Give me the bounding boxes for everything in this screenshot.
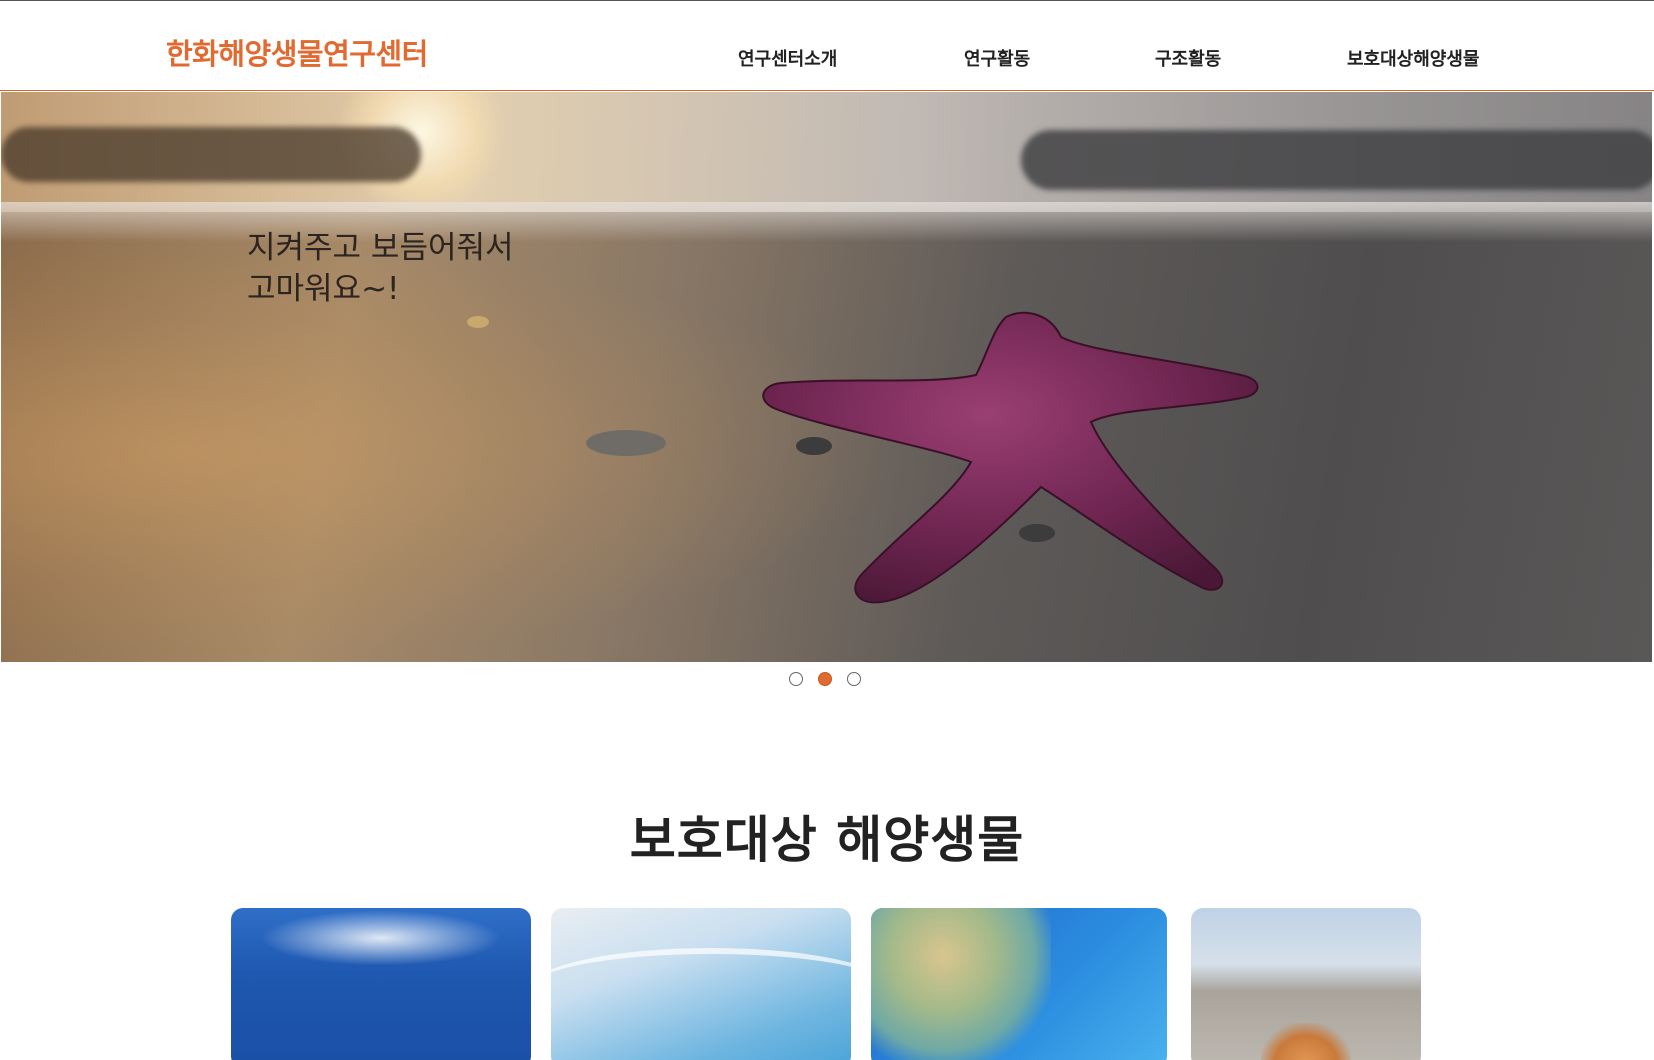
nav-item-research[interactable]: 연구활동 <box>964 45 1030 71</box>
slider-dot-1[interactable] <box>789 672 803 686</box>
section-title: 보호대상 해양생물 <box>629 811 1025 869</box>
hero-rock-right <box>1021 130 1652 190</box>
card-image-underwater <box>251 908 511 968</box>
hero-caption: 지켜주고 보듬어줘서 고마워요~! <box>247 228 514 310</box>
pebble <box>586 430 666 456</box>
card-image-beach-animal <box>1261 1023 1351 1060</box>
site-logo[interactable]: 한화해양생물연구센터 <box>166 31 428 73</box>
species-card[interactable] <box>1191 908 1421 1060</box>
site-header: 한화해양생물연구센터 연구센터소개 연구활동 구조활동 보호대상해양생물 <box>0 1 1654 91</box>
starfish-image <box>762 311 1259 604</box>
nav-item-rescue[interactable]: 구조활동 <box>1155 45 1221 71</box>
species-card[interactable] <box>231 908 531 1060</box>
species-card-list <box>231 908 1421 1060</box>
species-card[interactable] <box>871 908 1167 1060</box>
hero-slider[interactable]: 지켜주고 보듬어줘서 고마워요~! <box>1 92 1652 662</box>
card-image-shallow-water <box>551 948 851 1028</box>
slider-pagination <box>789 672 861 686</box>
pebble <box>467 316 489 328</box>
species-card[interactable] <box>551 908 851 1060</box>
card-image-sea-turtle <box>871 908 1051 1060</box>
hero-caption-line-1: 지켜주고 보듬어줘서 <box>247 230 514 266</box>
nav-item-protected-species[interactable]: 보호대상해양생물 <box>1347 45 1479 71</box>
nav-item-center-intro[interactable]: 연구센터소개 <box>738 45 837 71</box>
slider-dot-3[interactable] <box>847 672 861 686</box>
slider-dot-2[interactable] <box>818 672 832 686</box>
hero-rock-left <box>1 127 421 182</box>
hero-caption-line-2: 고마워요~! <box>247 271 400 307</box>
